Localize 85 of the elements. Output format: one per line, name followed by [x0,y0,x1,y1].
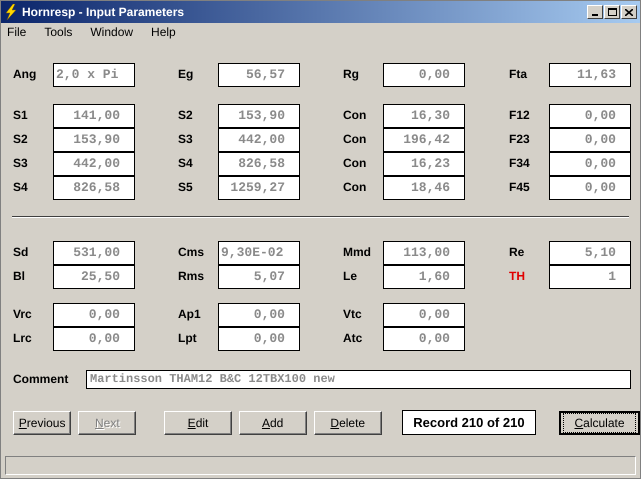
field-label: Atc [343,330,364,347]
input-field[interactable]: 0,00 [218,303,300,327]
maximize-icon[interactable] [604,5,620,19]
field-label: F45 [509,179,531,196]
close-icon[interactable] [621,5,637,19]
input-field[interactable]: 11,63 [549,63,631,87]
field-label: Vtc [343,306,363,323]
input-field[interactable]: 16,23 [383,152,465,176]
input-field[interactable]: 141,00 [53,104,135,128]
field-label: Con [343,107,368,124]
input-field[interactable]: 442,00 [218,128,300,152]
input-field[interactable]: 0,00 [549,152,631,176]
input-field[interactable]: 0,00 [549,104,631,128]
push-button[interactable]: Delete [314,410,382,434]
input-field[interactable]: 0,00 [549,176,631,200]
field-label: Rms [178,268,206,285]
input-field[interactable]: 2,0 x Pi [53,63,135,87]
field-label: Lpt [178,330,198,347]
comment-label: Comment [13,371,70,388]
input-field[interactable]: 0,00 [383,63,465,87]
input-field[interactable]: 153,90 [218,104,300,128]
field-label: Mmd [343,244,372,261]
field-label: Re [509,244,526,261]
field-label: Sd [13,244,30,261]
input-field[interactable]: 1259,27 [218,176,300,200]
menu-item[interactable]: Help [147,23,180,41]
push-button[interactable]: Calculate [559,410,640,434]
input-field[interactable]: 0,00 [53,303,135,327]
input-field[interactable]: 196,42 [383,128,465,152]
input-field[interactable]: 0,00 [53,327,135,351]
input-field[interactable]: 0,00 [383,327,465,351]
field-label: Ang [13,66,38,83]
input-field[interactable]: 1 [549,265,631,289]
input-field[interactable]: 531,00 [53,241,135,265]
push-button[interactable]: Previous [13,410,72,434]
field-label: Le [343,268,358,285]
field-label: Con [343,131,368,148]
comment-field[interactable]: Martinsson THAM12 B&C 12TBX100 new [86,370,631,388]
field-label: S4 [13,179,29,196]
field-label: S2 [13,131,29,148]
field-label: F34 [509,155,531,172]
input-field[interactable]: 113,00 [383,241,465,265]
field-label: Bl [13,268,26,285]
menu-item[interactable]: Tools [40,23,76,41]
minimize-icon[interactable] [587,5,603,19]
input-field[interactable]: 5,10 [549,241,631,265]
record-counter: Record 210 of 210 [402,410,536,435]
window-title: Hornresp - Input Parameters [22,4,184,21]
input-field[interactable]: 0,00 [383,303,465,327]
field-label: Con [343,155,368,172]
field-label: S3 [13,155,29,172]
field-label: S4 [178,155,194,172]
input-field[interactable]: 5,07 [218,265,300,289]
input-field[interactable]: 0,00 [218,327,300,351]
field-label: Eg [178,66,194,83]
input-field[interactable]: 9,30E-02 [218,241,300,265]
input-field[interactable]: 18,46 [383,176,465,200]
field-label: Vrc [13,306,33,323]
menu-item[interactable]: Window [86,23,138,41]
input-field[interactable]: 25,50 [53,265,135,289]
input-field[interactable]: 56,57 [218,63,300,87]
input-field[interactable]: 826,58 [53,176,135,200]
field-label: Ap1 [178,306,202,323]
field-label: TH [509,268,526,285]
input-field[interactable]: 0,00 [549,128,631,152]
field-label: Fta [509,66,528,83]
push-button[interactable]: Add [238,410,307,434]
field-label: F12 [509,107,531,124]
input-field[interactable]: 1,60 [383,265,465,289]
input-field[interactable]: 16,30 [383,104,465,128]
field-label: S2 [178,107,194,124]
field-label: S3 [178,131,194,148]
push-button[interactable]: Edit [164,410,232,434]
field-label: S1 [13,107,29,124]
input-field[interactable]: 153,90 [53,128,135,152]
field-label: Cms [178,244,206,261]
field-label: Con [343,179,368,196]
input-field[interactable]: 826,58 [218,152,300,176]
menu-item[interactable]: File [3,23,30,41]
field-label: S5 [178,179,194,196]
lightning-icon [4,4,18,20]
input-field[interactable]: 442,00 [53,152,135,176]
field-label: Lrc [13,330,33,347]
field-label: Rg [343,66,360,83]
field-label: F23 [509,131,531,148]
